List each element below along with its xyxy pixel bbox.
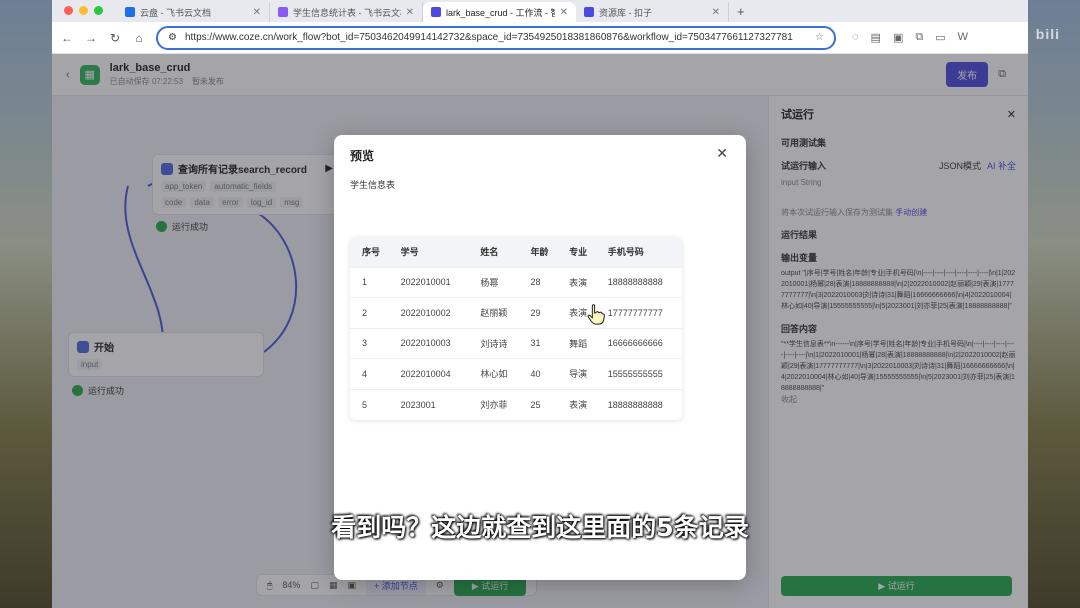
table-cell: 40 <box>518 358 558 389</box>
table-cell: 28 <box>518 266 558 298</box>
table-cell: 2 <box>350 297 389 328</box>
column-header: 姓名 <box>468 237 519 267</box>
table-caption: 学生信息表 <box>350 180 396 190</box>
table-cell: 舞蹈 <box>557 327 596 359</box>
tab-label: lark_base_crud - 工作流 - 智能 <box>446 7 555 18</box>
url-text: https://www.coze.cn/work_flow?bot_id=750… <box>184 32 793 43</box>
table-row: 5 2023001 刘亦菲 25 表演 18888888888 <box>350 388 682 420</box>
table-cell: 2022010003 <box>388 327 469 359</box>
table-cell: 2022010004 <box>388 358 469 389</box>
table-cell: 25 <box>518 388 558 420</box>
table-cell: 刘诗诗 <box>468 327 519 359</box>
table-cell: 18888888888 <box>595 388 682 420</box>
forward-icon[interactable]: → <box>84 31 98 45</box>
table-cell: 15555555555 <box>595 358 682 389</box>
tab-close-icon[interactable]: ✕ <box>406 7 414 18</box>
minimize-window-button[interactable] <box>79 6 88 15</box>
site-settings-icon[interactable]: ⚙ <box>168 32 177 43</box>
column-header: 手机号码 <box>595 237 682 267</box>
screenshot-extension-icon[interactable]: ▣ <box>893 31 903 44</box>
column-header: 序号 <box>350 237 389 267</box>
extensions-icon[interactable]: ⧉ <box>915 31 923 44</box>
table-row: 4 2022010004 林心如 40 导演 15555555555 <box>350 358 682 389</box>
table-row: 2 2022010002 赵丽颖 29 表演 17777777777 <box>350 297 682 328</box>
column-header: 学号 <box>388 237 469 267</box>
browser-tab-4[interactable]: 资源库 - 扣子 ✕ <box>576 2 729 22</box>
table-row: 3 2022010003 刘诗诗 31 舞蹈 16666666666 <box>350 327 682 359</box>
profile-icon[interactable]: W <box>958 31 968 44</box>
table-row: 1 2022010001 杨幂 28 表演 18888888888 <box>350 266 682 298</box>
table-cell: 2022010002 <box>388 297 469 328</box>
table-cell: 31 <box>518 327 558 359</box>
table-cell: 导演 <box>557 358 596 389</box>
hand-cursor-icon <box>587 304 605 325</box>
table-cell: 杨幂 <box>468 266 519 298</box>
bookmark-star-icon[interactable]: ☆ <box>815 32 824 43</box>
tab-favicon-icon <box>278 7 288 17</box>
table-cell: 29 <box>518 297 558 328</box>
reload-icon[interactable]: ↻ <box>108 31 122 45</box>
tab-close-icon[interactable]: ✕ <box>560 7 568 18</box>
sidebar-icon[interactable]: ▭ <box>935 31 945 44</box>
modal-title: 预览 <box>350 149 375 163</box>
address-bar: ← → ↻ ⌂ ⚙ https://www.coze.cn/work_flow?… <box>52 22 1028 54</box>
table-cell: 赵丽颖 <box>468 297 519 328</box>
browser-tab-1[interactable]: 云盘 - 飞书云文档 ✕ <box>117 2 270 22</box>
tab-favicon-icon <box>584 7 594 17</box>
tab-label: 资源库 - 扣子 <box>599 7 652 18</box>
table-cell: 林心如 <box>468 358 519 389</box>
url-input[interactable]: ⚙ https://www.coze.cn/work_flow?bot_id=7… <box>156 25 836 50</box>
table-header-row: 序号 学号 姓名 年龄 专业 手机号码 <box>350 237 682 267</box>
tab-close-icon[interactable]: ✕ <box>253 7 261 18</box>
browser-tab-3[interactable]: lark_base_crud - 工作流 - 智能 ✕ <box>423 2 576 22</box>
tab-favicon-icon <box>125 7 135 17</box>
table-cell: 刘亦菲 <box>468 388 519 420</box>
table-cell: 4 <box>350 358 389 389</box>
home-icon[interactable]: ⌂ <box>132 31 146 45</box>
extensions-toolbar: ◌ ▤ ▣ ⧉ ▭ W <box>852 31 968 44</box>
table-cell: 表演 <box>557 266 596 298</box>
maximize-window-button[interactable] <box>94 6 103 15</box>
video-subtitle: 看到吗？这边就查到这里面的5条记录 <box>331 513 749 542</box>
video-watermark: bili <box>1035 26 1060 42</box>
window-controls <box>64 6 103 15</box>
tab-favicon-icon <box>431 7 441 17</box>
tab-strip: 云盘 - 飞书云文档 ✕ 学生信息统计表 - 飞书云文档 ✕ lark_base_cru… <box>52 0 1028 22</box>
table-cell: 16666666666 <box>595 327 682 359</box>
table-cell: 17777777777 <box>595 297 682 328</box>
table-cell: 1 <box>350 266 389 298</box>
translate-extension-icon[interactable]: ▤ <box>871 31 881 44</box>
new-tab-button[interactable]: + <box>729 4 753 22</box>
table-cell: 表演 <box>557 388 596 420</box>
tab-close-icon[interactable]: ✕ <box>712 7 720 18</box>
tab-label: 云盘 - 飞书云文档 <box>140 7 211 18</box>
tab-label: 学生信息统计表 - 飞书云文档 <box>293 7 401 18</box>
table-cell: 2023001 <box>388 388 469 420</box>
student-table: 序号 学号 姓名 年龄 专业 手机号码 1 2022010001 杨幂 28 表演 18888888… <box>350 237 682 420</box>
table-cell: 18888888888 <box>595 266 682 298</box>
close-window-button[interactable] <box>64 6 73 15</box>
table-cell: 2022010001 <box>388 266 469 298</box>
table-cell: 5 <box>350 388 389 420</box>
table-cell: 3 <box>350 327 389 359</box>
column-header: 年龄 <box>518 237 558 267</box>
chat-extension-icon[interactable]: ◌ <box>852 31 859 44</box>
column-header: 专业 <box>557 237 596 267</box>
close-icon[interactable]: ✕ <box>716 145 728 162</box>
back-icon[interactable]: ← <box>60 31 74 45</box>
browser-tab-2[interactable]: 学生信息统计表 - 飞书云文档 ✕ <box>270 2 423 22</box>
